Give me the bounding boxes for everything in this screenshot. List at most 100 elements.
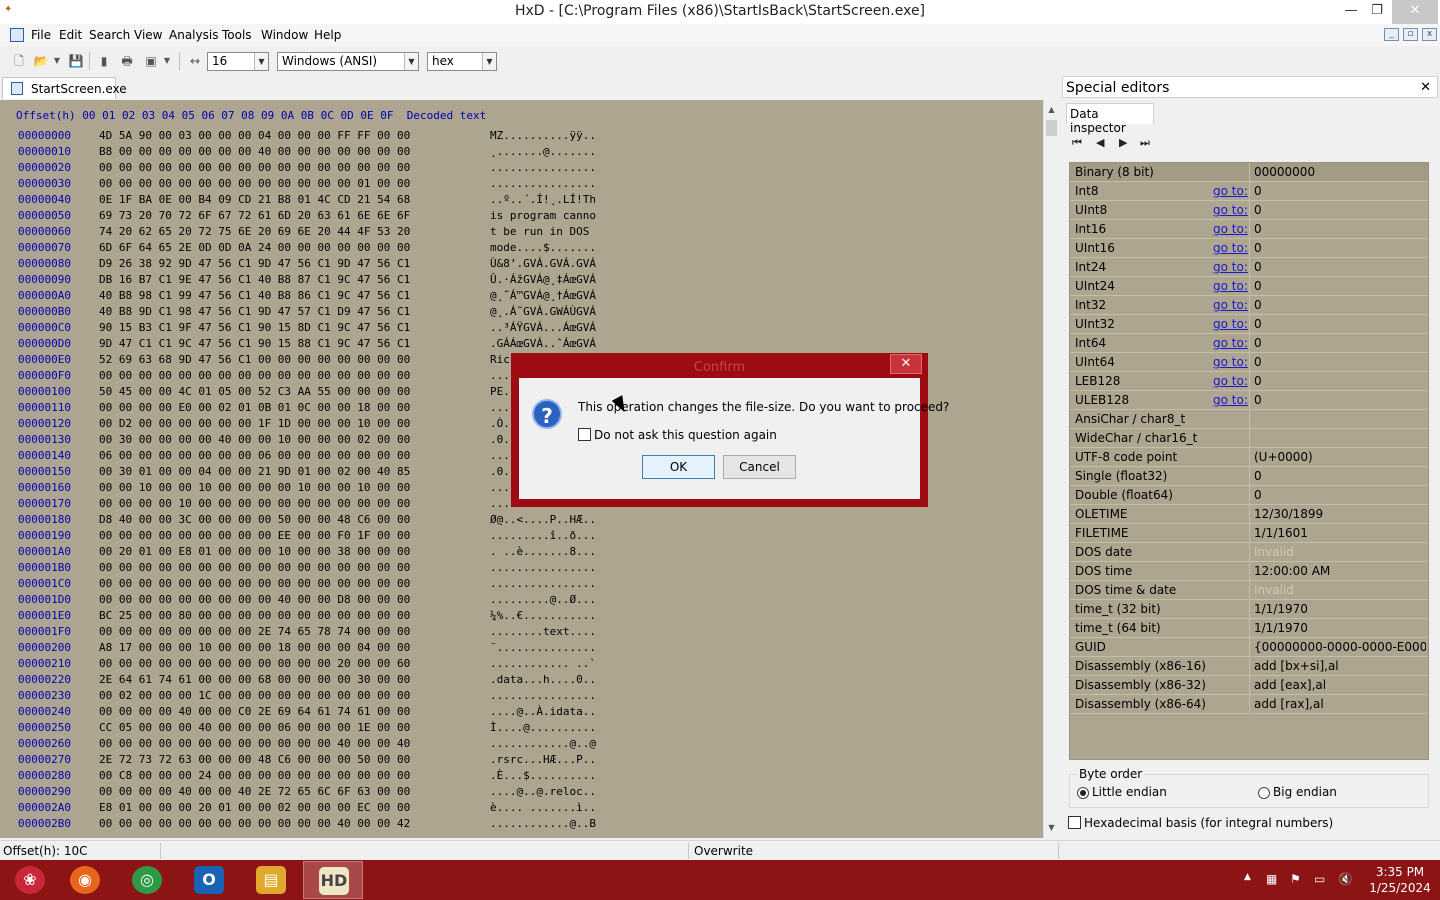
last-icon[interactable]: ⏭ [1140, 136, 1156, 150]
row-bytes[interactable]: 40 B8 98 C1 99 47 56 C1 40 B8 86 C1 9C 4… [99, 289, 410, 302]
row-bytes[interactable]: 00 00 10 00 00 10 00 00 00 00 10 00 00 1… [99, 481, 410, 494]
row-bytes[interactable]: 4D 5A 90 00 03 00 00 00 04 00 00 00 FF F… [99, 129, 410, 142]
row-bytes[interactable]: 00 00 00 00 00 00 00 00 00 00 00 00 00 0… [99, 577, 410, 590]
hex-row[interactable]: 00000290 00 00 00 00 40 00 00 40 2E 72 65… [18, 785, 596, 801]
first-icon[interactable]: ⏮ [1072, 136, 1088, 150]
inspector-value[interactable]: Invalid [1254, 583, 1426, 597]
inspector-value[interactable]: 1/1/1970 [1254, 621, 1426, 635]
taskbar-hxd[interactable]: HD [303, 861, 363, 899]
hex-row[interactable]: 00000220 2E 64 61 74 61 00 00 00 68 00 00… [18, 673, 596, 689]
row-decoded-text[interactable]: ¸.......@....... [490, 145, 596, 158]
open-dropdown-icon[interactable]: ▼ [52, 53, 62, 69]
row-bytes[interactable]: 6D 6F 64 65 2E 0D 0D 0A 24 00 00 00 00 0… [99, 241, 410, 254]
row-bytes[interactable]: B8 00 00 00 00 00 00 00 40 00 00 00 00 0… [99, 145, 410, 158]
big-endian-label[interactable]: Big endian [1273, 785, 1337, 799]
tab-data-inspector[interactable]: Data inspector [1066, 103, 1154, 135]
row-bytes[interactable]: 00 00 00 00 40 00 00 40 2E 72 65 6C 6F 6… [99, 785, 410, 798]
row-bytes[interactable]: 50 45 00 00 4C 01 05 00 52 C3 AA 55 00 0… [99, 385, 410, 398]
row-decoded-text[interactable]: ..º..´.Í!¸.LÍ!Th [490, 193, 596, 206]
row-bytes[interactable]: E8 01 00 00 00 20 01 00 00 02 00 00 00 E… [99, 801, 410, 814]
dont-ask-label[interactable]: Do not ask this question again [594, 428, 777, 442]
properties-dropdown-icon[interactable]: ▼ [162, 53, 172, 69]
row-decoded-text[interactable]: @¸˜Á™GVÁ@¸†ÁœGVÁ [490, 289, 596, 302]
inspector-row[interactable]: DOS time & date Invalid [1070, 581, 1428, 600]
goto-link[interactable]: go to: [1213, 317, 1248, 331]
dialog-close-button[interactable]: ✕ [890, 354, 922, 374]
inspector-row[interactable]: time_t (64 bit) 1/1/1970 [1070, 619, 1428, 638]
row-bytes[interactable]: 00 00 00 00 00 00 00 00 00 00 00 00 00 0… [99, 177, 410, 190]
inspector-row[interactable]: Disassembly (x86-64) add [rax],al [1070, 695, 1428, 714]
goto-link[interactable]: go to: [1213, 298, 1248, 312]
tray-network-icon[interactable]: ▦ [1266, 872, 1277, 886]
row-bytes[interactable]: 00 00 00 00 00 00 00 00 00 00 00 00 40 0… [99, 737, 410, 750]
mdi-restore-icon[interactable]: ▫ [1403, 28, 1418, 41]
inspector-row[interactable]: UInt16 go to: 0 [1070, 239, 1428, 258]
inspector-value[interactable]: 0 [1254, 317, 1426, 331]
inspector-row[interactable]: Disassembly (x86-16) add [bx+si],al [1070, 657, 1428, 676]
row-bytes[interactable]: 00 00 00 00 00 00 00 00 2E 74 65 78 74 0… [99, 625, 410, 638]
inspector-value[interactable]: 0 [1254, 374, 1426, 388]
row-bytes[interactable]: 74 20 62 65 20 72 75 6E 20 69 6E 20 44 4… [99, 225, 410, 238]
row-decoded-text[interactable]: is program canno [490, 209, 596, 222]
new-file-icon[interactable]: 🗋 [11, 53, 27, 69]
hex-row[interactable]: 000001B0 00 00 00 00 00 00 00 00 00 00 00… [18, 561, 596, 577]
inspector-row[interactable]: Int8 go to: 0 [1070, 182, 1428, 201]
goto-link[interactable]: go to: [1213, 184, 1248, 198]
inspector-value[interactable]: 0 [1254, 260, 1426, 274]
hex-row[interactable]: 000001C0 00 00 00 00 00 00 00 00 00 00 00… [18, 577, 596, 593]
inspector-row[interactable]: Disassembly (x86-32) add [eax],al [1070, 676, 1428, 695]
inspector-value[interactable]: 1/1/1970 [1254, 602, 1426, 616]
scroll-up-icon[interactable]: ▲ [1044, 102, 1059, 118]
taskbar-chrome[interactable]: ◎ [117, 861, 177, 899]
row-bytes[interactable]: 69 73 20 70 72 6F 67 72 61 6D 20 63 61 6… [99, 209, 410, 222]
goto-link[interactable]: go to: [1213, 203, 1248, 217]
row-bytes[interactable]: 00 02 00 00 00 1C 00 00 00 00 00 00 00 0… [99, 689, 410, 702]
row-bytes[interactable]: D8 40 00 00 3C 00 00 00 00 50 00 00 48 C… [99, 513, 410, 526]
hex-row[interactable]: 00000070 6D 6F 64 65 2E 0D 0D 0A 24 00 00… [18, 241, 596, 257]
inspector-value[interactable]: 0 [1254, 336, 1426, 350]
hex-vertical-scrollbar[interactable]: ▲ ▼ [1043, 100, 1059, 838]
row-decoded-text[interactable]: ................ [490, 177, 596, 190]
chevron-down-icon[interactable]: ▼ [404, 53, 418, 70]
menu-edit[interactable]: Edit [59, 28, 82, 42]
row-bytes[interactable]: 00 00 00 00 00 00 00 00 00 40 00 00 D8 0… [99, 593, 410, 606]
hex-row[interactable]: 00000260 00 00 00 00 00 00 00 00 00 00 00… [18, 737, 596, 753]
row-decoded-text[interactable]: . ..è.......8... [490, 545, 596, 558]
mdi-minimize-icon[interactable]: _ [1384, 28, 1399, 41]
hex-row[interactable]: 000000D0 9D 47 C1 C1 9C 47 56 C1 90 15 88… [18, 337, 596, 353]
hex-row[interactable]: 00000150 00 30 01 00 00 04 00 00 21 9D 01… [18, 465, 596, 481]
inspector-row[interactable]: UInt8 go to: 0 [1070, 201, 1428, 220]
mdi-close-icon[interactable]: x [1422, 28, 1437, 41]
row-bytes[interactable]: 00 00 00 00 E0 00 02 01 0B 01 0C 00 00 1… [99, 401, 410, 414]
row-decoded-text[interactable]: .rsrc...HÆ...P.. [490, 753, 596, 766]
tray-display-icon[interactable]: ▭ [1314, 872, 1325, 886]
hex-row[interactable]: 00000270 2E 72 73 72 63 00 00 00 48 C6 00… [18, 753, 596, 769]
menu-search[interactable]: Search [89, 28, 130, 42]
row-bytes[interactable]: 00 30 00 00 00 00 40 00 00 10 00 00 00 0… [99, 433, 410, 446]
inspector-value[interactable]: 0 [1254, 298, 1426, 312]
row-decoded-text[interactable]: ............@..@ [490, 737, 596, 750]
row-bytes[interactable]: 9D 47 C1 C1 9C 47 56 C1 90 15 88 C1 9C 4… [99, 337, 410, 350]
hex-row[interactable]: 00000230 00 02 00 00 00 1C 00 00 00 00 00… [18, 689, 596, 705]
tab-startscreen[interactable]: StartScreen.exe [2, 77, 127, 99]
inspector-value[interactable]: add [eax],al [1254, 678, 1426, 692]
hex-row[interactable]: 00000030 00 00 00 00 00 00 00 00 00 00 00… [18, 177, 596, 193]
row-decoded-text[interactable]: @¸.Á˜GVÁ.GWÁÙGVÁ [490, 305, 596, 318]
inspector-value[interactable]: 0 [1254, 355, 1426, 369]
hex-row[interactable]: 00000060 74 20 62 65 20 72 75 6E 20 69 6E… [18, 225, 589, 241]
hex-row[interactable]: 000001D0 00 00 00 00 00 00 00 00 00 40 00… [18, 593, 596, 609]
hex-row[interactable]: 000000C0 90 15 B3 C1 9F 47 56 C1 90 15 8D… [18, 321, 596, 337]
hex-row[interactable]: 00000210 00 00 00 00 00 00 00 00 00 00 00… [18, 657, 596, 673]
row-bytes[interactable]: A8 17 00 00 00 10 00 00 00 18 00 00 00 0… [99, 641, 410, 654]
row-bytes[interactable]: 00 20 01 00 E8 01 00 00 00 10 00 00 38 0… [99, 545, 410, 558]
goto-link[interactable]: go to: [1213, 241, 1248, 255]
row-bytes[interactable]: 00 00 00 00 00 00 00 00 00 00 00 00 20 0… [99, 657, 410, 670]
inspector-value[interactable]: 00000000 [1254, 165, 1426, 179]
row-bytes[interactable]: 00 30 01 00 00 04 00 00 21 9D 01 00 02 0… [99, 465, 410, 478]
row-decoded-text[interactable]: Ø@..<....P..HÆ.. [490, 513, 596, 526]
start-button[interactable]: ❀ [0, 861, 60, 899]
inspector-row[interactable]: Binary (8 bit) 00000000 [1070, 163, 1428, 182]
menu-analysis[interactable]: Analysis [169, 28, 218, 42]
row-bytes[interactable]: D9 26 38 92 9D 47 56 C1 9D 47 56 C1 9D 4… [99, 257, 410, 270]
inspector-value[interactable]: add [rax],al [1254, 697, 1426, 711]
